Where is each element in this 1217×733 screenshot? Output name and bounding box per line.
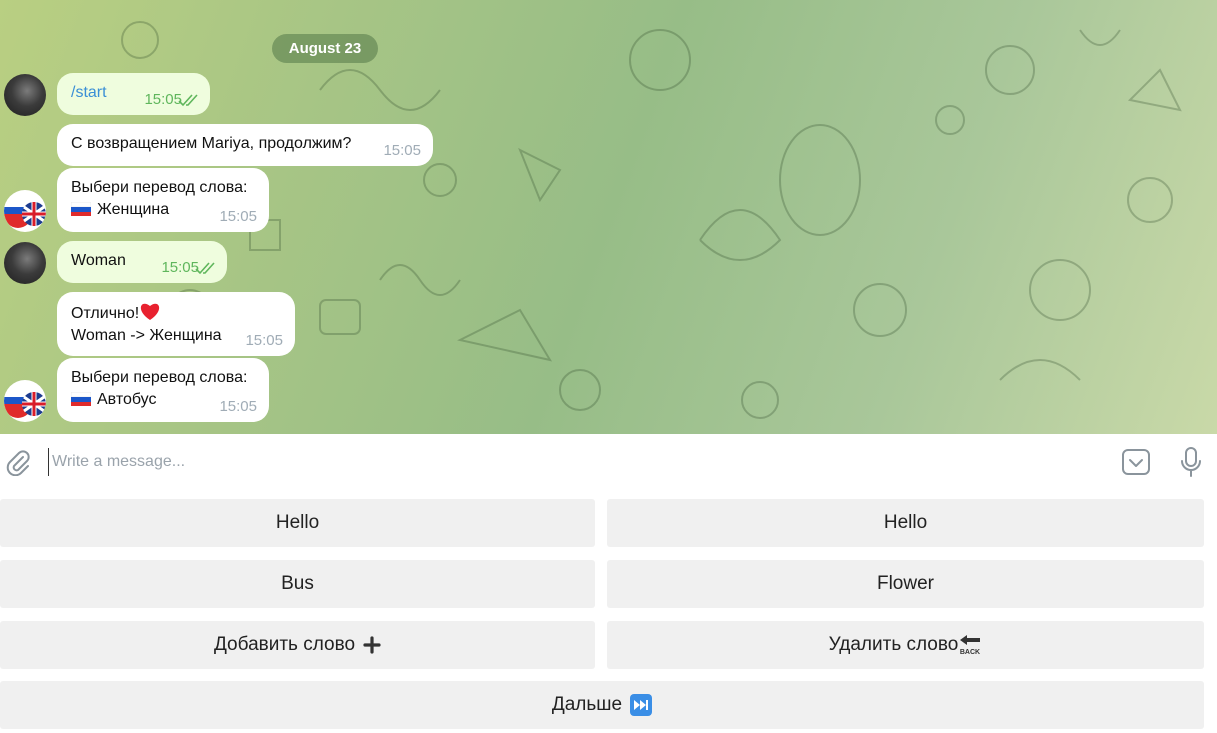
microphone-icon[interactable] bbox=[1178, 446, 1204, 478]
fast-forward-emoji bbox=[630, 694, 653, 716]
answer-button[interactable]: Hello bbox=[0, 499, 595, 547]
red-heart-emoji bbox=[141, 303, 160, 320]
next-label: Дальше bbox=[551, 694, 623, 715]
bot-avatar[interactable] bbox=[4, 190, 46, 232]
outgoing-message[interactable]: /start 15:05 bbox=[57, 73, 210, 115]
answer-button-label: Flower bbox=[876, 573, 934, 594]
answer-button-label: Hello bbox=[275, 512, 320, 533]
next-button[interactable]: Дальше bbox=[0, 681, 1204, 729]
incoming-message[interactable]: Отлично! Woman -> Женщина 15:05 bbox=[57, 292, 295, 356]
incoming-message[interactable]: Выбери перевод слова: Женщина 15:05 bbox=[57, 168, 269, 232]
answer-button-label: Bus bbox=[281, 573, 314, 594]
paperclip-icon[interactable] bbox=[4, 448, 32, 476]
flags-avatar-icon bbox=[4, 392, 46, 418]
answer-button[interactable]: Flower bbox=[607, 560, 1204, 608]
message-time: 15:05 bbox=[161, 259, 199, 276]
word-to-translate: Автобус bbox=[97, 391, 157, 408]
word-to-translate: Женщина bbox=[97, 201, 170, 218]
plus-emoji bbox=[363, 636, 381, 654]
message-text-line: Выбери перевод слова: bbox=[71, 179, 248, 196]
date-separator: August 23 bbox=[272, 34, 378, 63]
svg-text:BACK: BACK bbox=[960, 649, 980, 656]
add-word-button[interactable]: Добавить слово bbox=[0, 621, 595, 669]
russia-flag-icon bbox=[71, 392, 91, 406]
flags-avatar-icon bbox=[4, 197, 46, 228]
incoming-message[interactable]: С возвращением Mariya, продолжим? 15:05 bbox=[57, 124, 433, 166]
double-check-icon bbox=[178, 94, 198, 107]
message-text: Woman bbox=[71, 252, 126, 269]
message-text: С возвращением Mariya, продолжим? bbox=[71, 135, 352, 152]
command-link[interactable]: /start bbox=[71, 84, 107, 101]
message-text-line: Отлично! bbox=[71, 305, 140, 322]
message-time: 15:05 bbox=[219, 398, 257, 415]
incoming-message[interactable]: Выбери перевод слова: Автобус 15:05 bbox=[57, 358, 269, 422]
back-arrow-emoji: BACK bbox=[960, 635, 980, 656]
russia-flag-icon bbox=[71, 202, 91, 216]
delete-word-button[interactable]: Удалить слово BACK bbox=[607, 621, 1204, 669]
message-input[interactable] bbox=[48, 448, 1098, 476]
answer-button[interactable]: Hello bbox=[607, 499, 1204, 547]
keyboard-toggle-icon[interactable] bbox=[1121, 447, 1151, 477]
bot-avatar[interactable] bbox=[4, 380, 46, 422]
chat-area[interactable]: August 23 /start 15:05 С возвращением Ma… bbox=[0, 0, 1217, 434]
answer-button[interactable]: Bus bbox=[0, 560, 595, 608]
double-check-icon bbox=[195, 262, 215, 275]
message-time: 15:05 bbox=[383, 142, 421, 159]
add-word-label: Добавить слово bbox=[213, 634, 356, 655]
user-avatar[interactable] bbox=[4, 74, 46, 116]
outgoing-message[interactable]: Woman 15:05 bbox=[57, 241, 227, 283]
message-text-line: Выбери перевод слова: bbox=[71, 369, 248, 386]
message-time: 15:05 bbox=[144, 91, 182, 108]
message-composer bbox=[0, 434, 1217, 491]
delete-word-label: Удалить слово bbox=[828, 634, 959, 655]
message-time: 15:05 bbox=[245, 332, 283, 349]
answer-button-label: Hello bbox=[883, 512, 928, 533]
user-avatar[interactable] bbox=[4, 242, 46, 284]
message-time: 15:05 bbox=[219, 208, 257, 225]
